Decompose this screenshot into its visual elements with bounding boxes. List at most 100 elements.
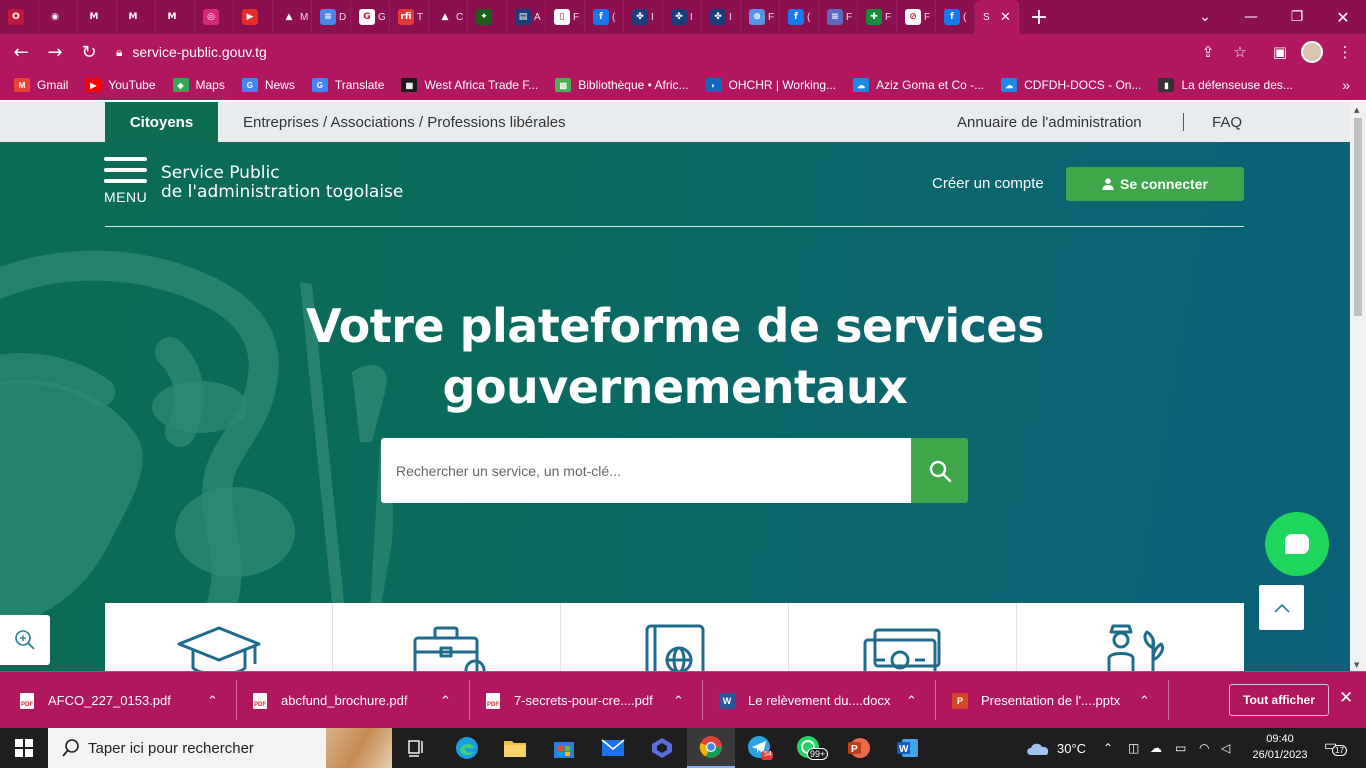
page-scrollbar[interactable]: ▲ ▼ (1350, 102, 1366, 671)
browser-tab[interactable]: ▲ M (273, 0, 312, 34)
close-downloads-icon[interactable]: ✕ (1339, 688, 1353, 708)
browser-tab[interactable]: ⊘ F (897, 0, 936, 34)
scroll-to-top-button[interactable] (1259, 585, 1304, 630)
browser-tab[interactable]: f( (936, 0, 975, 34)
search-button[interactable] (911, 438, 968, 503)
download-item[interactable]: PDF AFCO_227_0153.pdf ⌃ (20, 672, 230, 729)
bookmark-item[interactable]: M Gmail (14, 78, 68, 92)
lock-icon[interactable]: 🔒︎ (116, 45, 122, 60)
bookmark-item[interactable]: G Translate (311, 78, 384, 92)
bookmark-item[interactable]: G News (241, 78, 295, 92)
edge-icon[interactable] (443, 728, 491, 768)
powerpoint-icon[interactable]: P (834, 728, 882, 768)
weather-widget[interactable]: 30°C (1025, 728, 1086, 768)
category-card-education[interactable] (105, 603, 332, 671)
restore-icon[interactable]: ❐ (1274, 0, 1320, 34)
browser-tab[interactable]: ▶ (234, 0, 273, 34)
volume-icon[interactable]: ◁ (1221, 728, 1230, 768)
tab-search-icon[interactable]: ⌄ (1182, 0, 1228, 34)
bookmark-item[interactable]: ▦ West Africa Trade F... (401, 78, 538, 92)
telegram-icon[interactable]: 54 (736, 728, 784, 768)
more-bookmarks-icon[interactable]: » (1342, 77, 1350, 93)
browser-tab[interactable]: ▯ F (546, 0, 585, 34)
tray-chevron-up-icon[interactable]: ⌃ (1103, 728, 1113, 768)
chat-button[interactable] (1265, 512, 1329, 576)
mail-icon[interactable] (589, 728, 637, 768)
minimize-icon[interactable]: — (1228, 0, 1274, 34)
browser-tab[interactable]: rfi T (390, 0, 429, 34)
browser-tab[interactable]: ▤ A (507, 0, 546, 34)
download-item[interactable]: W Le relèvement du....docx ⌃ (719, 672, 929, 729)
search-input[interactable] (381, 438, 911, 503)
category-card-argent[interactable] (789, 603, 1016, 671)
category-card-papiers[interactable] (561, 603, 788, 671)
meet-icon[interactable]: ◫ (1128, 728, 1139, 768)
scrollbar-thumb[interactable] (1354, 118, 1362, 316)
browser-tab[interactable]: ✦ (468, 0, 507, 34)
forward-icon[interactable]: → (38, 35, 72, 69)
bookmark-item[interactable]: ▮ La défenseuse des... (1158, 78, 1293, 92)
chevron-up-icon[interactable]: ⌃ (906, 693, 917, 709)
bookmark-item[interactable]: ▧ Bibliothèque • Afric... (555, 78, 689, 92)
store-icon[interactable] (540, 728, 588, 768)
taskbar-search[interactable]: Taper ici pour rechercher (48, 728, 392, 768)
download-item[interactable]: PDF abcfund_brochure.pdf ⌃ (253, 672, 463, 729)
chevron-up-icon[interactable]: ⌃ (440, 693, 451, 709)
tab-entreprises[interactable]: Entreprises / Associations / Professions… (243, 102, 566, 142)
browser-tab[interactable]: ✤ I (663, 0, 702, 34)
new-tab-button[interactable]: + (1019, 0, 1059, 34)
copilot-icon[interactable] (638, 728, 686, 768)
onedrive-error-icon[interactable]: ☁ (1150, 728, 1162, 768)
windows-start-button[interactable] (0, 728, 48, 768)
faq-link[interactable]: FAQ (1212, 102, 1242, 142)
scroll-down-icon[interactable]: ▼ (1354, 661, 1359, 669)
chevron-up-icon[interactable]: ⌃ (673, 693, 684, 709)
browser-tab[interactable]: ✤ I (624, 0, 663, 34)
browser-tab[interactable]: ◉ (39, 0, 78, 34)
category-card-emploi[interactable] (333, 603, 560, 671)
browser-tab[interactable]: ⊕ F (741, 0, 780, 34)
chrome-icon[interactable] (687, 728, 735, 768)
bookmark-item[interactable]: ▶ YouTube (85, 78, 156, 92)
annuaire-link[interactable]: Annuaire de l'administration (957, 102, 1142, 142)
close-window-icon[interactable]: ✕ (1320, 0, 1366, 34)
browser-tab[interactable]: f( (585, 0, 624, 34)
whatsapp-icon[interactable]: 99+ (785, 728, 833, 768)
reload-icon[interactable]: ↻ (72, 35, 106, 69)
browser-tab[interactable]: ≡ F (819, 0, 858, 34)
file-explorer-icon[interactable] (491, 728, 539, 768)
taskbar-clock[interactable]: 09:40 26/01/2023 (1245, 731, 1315, 763)
create-account-link[interactable]: Créer un compte (932, 175, 1044, 192)
share-icon[interactable]: ⇪ (1193, 34, 1223, 70)
menu-button[interactable]: MENU (104, 157, 149, 205)
bookmark-star-icon[interactable]: ☆ (1225, 34, 1255, 70)
browser-tab[interactable]: ◎ (195, 0, 234, 34)
browser-tab[interactable]: ✤ I (702, 0, 741, 34)
browser-menu-icon[interactable]: ⋮ (1330, 34, 1360, 70)
browser-tab[interactable]: ≡ D (312, 0, 351, 34)
side-panel-icon[interactable]: ▣ (1265, 34, 1295, 70)
login-button[interactable]: Se connecter (1066, 167, 1244, 201)
site-logo[interactable]: Service Public de l'administration togol… (161, 164, 403, 202)
task-view-icon[interactable] (393, 728, 441, 768)
bookmark-item[interactable]: ☁ Aziz Goma et Co -... (853, 78, 984, 92)
browser-tab[interactable]: M (156, 0, 195, 34)
tab-citoyens[interactable]: Citoyens (105, 102, 218, 142)
word-icon[interactable]: W (883, 728, 931, 768)
browser-tab[interactable]: ▲ C (429, 0, 468, 34)
browser-tab[interactable]: GG (351, 0, 390, 34)
address-bar[interactable]: 🔒︎ service-public.gouv.tg (108, 37, 1258, 67)
category-card-agriculture[interactable] (1017, 603, 1244, 671)
show-all-downloads-button[interactable]: Tout afficher (1229, 684, 1329, 716)
bookmark-item[interactable]: ◐ OHCHR | Working... (705, 78, 836, 92)
browser-tab[interactable]: O (0, 0, 39, 34)
wifi-icon[interactable]: ◠ (1199, 728, 1209, 768)
notifications-icon[interactable]: ▭ 17 (1324, 738, 1347, 758)
browser-tab-active[interactable]: S ✕ (975, 0, 1019, 34)
browser-tab[interactable]: M (78, 0, 117, 34)
download-item[interactable]: PDF 7-secrets-pour-cre....pdf ⌃ (486, 672, 696, 729)
browser-tab[interactable]: f( (780, 0, 819, 34)
chevron-up-icon[interactable]: ⌃ (1139, 693, 1150, 709)
back-icon[interactable]: ← (4, 35, 38, 69)
bookmark-item[interactable]: ◆ Maps (172, 78, 225, 92)
